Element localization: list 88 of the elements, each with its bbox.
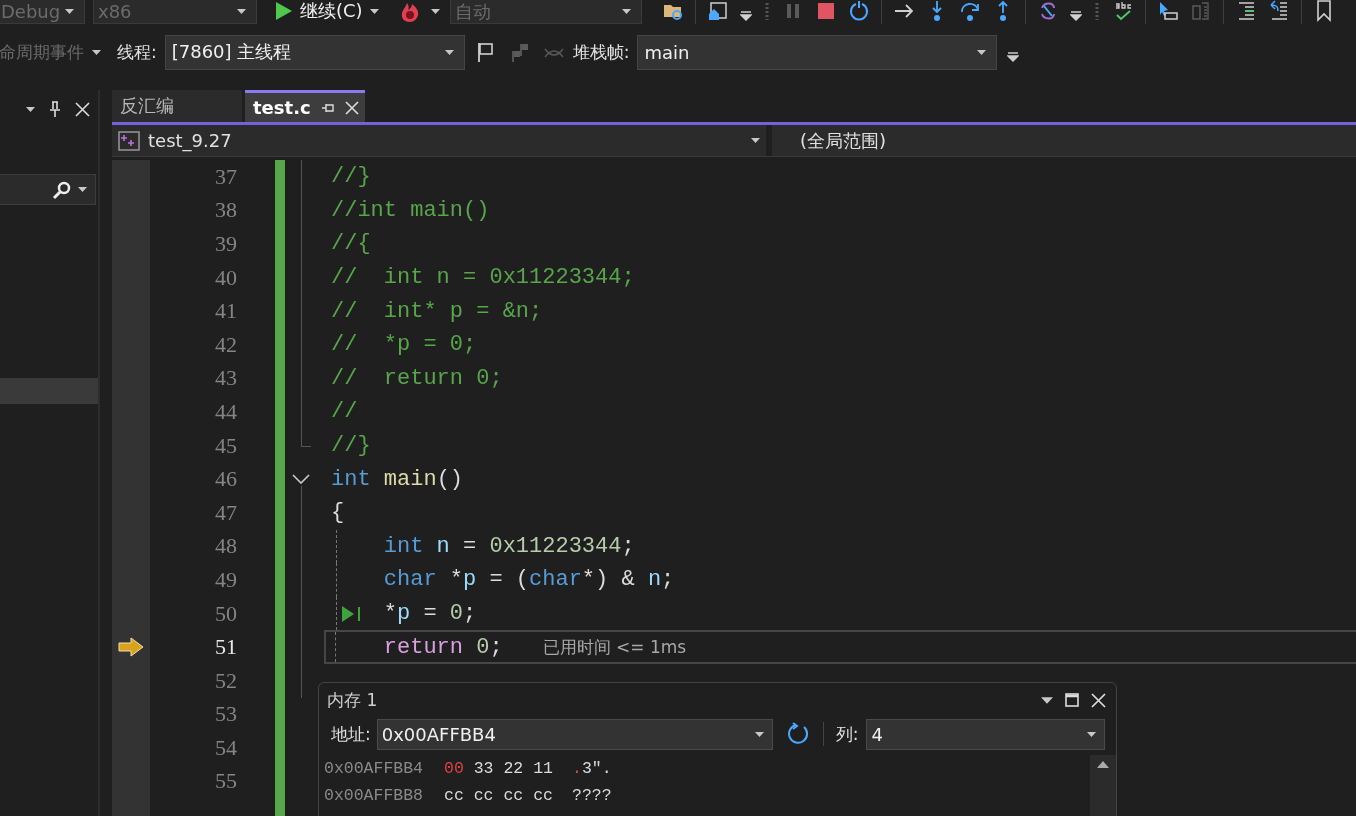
line-number: 43 xyxy=(215,365,237,392)
scope-dropdown[interactable]: (全局范围) xyxy=(766,125,887,156)
outdent-lines-icon[interactable] xyxy=(1267,0,1290,22)
close-icon[interactable] xyxy=(1091,692,1106,708)
file-tab[interactable]: 反汇编 xyxy=(112,90,242,122)
play-icon xyxy=(275,1,293,21)
caret-icon xyxy=(1087,731,1097,737)
memory-bytes: 00 33 22 11 xyxy=(444,759,554,778)
address-field[interactable]: 0x00AFFBB4 xyxy=(376,718,773,750)
code-line: // xyxy=(331,399,358,425)
code-line: //} xyxy=(331,433,371,459)
caret-icon xyxy=(621,9,631,14)
run-to-click-icon[interactable] xyxy=(341,604,363,623)
line-number: 54 xyxy=(215,734,237,761)
line-number: 50 xyxy=(215,600,237,627)
overflow-icon[interactable] xyxy=(1007,51,1020,63)
line-number: 42 xyxy=(215,331,237,358)
caret-icon xyxy=(369,8,379,14)
caret-icon xyxy=(751,138,760,143)
code-line: char *p = (char*) & n; xyxy=(383,567,675,593)
file-tab[interactable]: test.c xyxy=(245,90,365,122)
line-number: 51 xyxy=(215,634,237,661)
continue-button[interactable]: 继续(C) xyxy=(271,0,383,23)
caret-icon xyxy=(1041,696,1053,704)
code-line: { xyxy=(331,500,345,526)
line-number: 40 xyxy=(215,264,237,291)
thread-dropdown[interactable]: [7860] 主线程 xyxy=(164,34,465,70)
code-line: //} xyxy=(331,164,371,190)
caret-icon xyxy=(444,49,454,55)
line-number: 46 xyxy=(215,466,237,493)
code-line: //int main() xyxy=(331,197,490,223)
code-line: int main() xyxy=(331,466,464,492)
project-dropdown[interactable]: test_9.27 xyxy=(112,125,766,156)
line-number: 39 xyxy=(215,231,237,257)
caret-icon xyxy=(92,49,101,55)
line-number: 55 xyxy=(215,768,237,795)
caret-icon xyxy=(430,8,440,14)
code-line: // *p = 0; xyxy=(331,332,477,358)
code-line: // int* p = &n; xyxy=(331,298,543,324)
line-number: 48 xyxy=(215,533,237,560)
line-number: 53 xyxy=(215,701,237,728)
search-field[interactable] xyxy=(0,174,96,205)
caret-icon xyxy=(65,9,74,14)
memory-address: 0x00AFFBB4 xyxy=(324,759,425,778)
caret-icon xyxy=(78,187,87,192)
memory-characters: .3″. xyxy=(572,759,612,778)
caret-icon xyxy=(754,731,764,737)
columns-dropdown[interactable]: 4 xyxy=(866,718,1106,750)
memory-address: 0x00AFFBB8 xyxy=(324,786,425,805)
scroll-up-icon[interactable] xyxy=(1097,761,1109,768)
line-number: 47 xyxy=(215,499,237,526)
scrollbar[interactable] xyxy=(1090,755,1116,816)
window-title: 内存 1 xyxy=(327,688,378,712)
line-number: 41 xyxy=(215,298,237,325)
stack-frame-dropdown[interactable]: main xyxy=(637,34,998,70)
search-icon xyxy=(52,179,72,200)
line-number: 52 xyxy=(215,667,237,694)
close-icon[interactable] xyxy=(344,100,359,115)
line-number: 44 xyxy=(215,398,237,425)
code-line: return 0; xyxy=(383,634,503,660)
address-label: 地址: xyxy=(331,722,371,746)
line-number: 38 xyxy=(215,197,237,224)
close-icon[interactable] xyxy=(75,101,90,117)
line-number: 49 xyxy=(215,566,237,593)
step-over-icon[interactable] xyxy=(958,0,981,22)
project-icon xyxy=(118,130,140,151)
columns-label: 列: xyxy=(835,722,859,746)
code-line: *p = 0; xyxy=(383,601,477,626)
code-line: // return 0; xyxy=(331,365,503,391)
thread-label: 线程: xyxy=(117,40,157,64)
code-line: int n = 0x11223344; xyxy=(383,533,635,559)
pin-icon[interactable] xyxy=(48,101,62,117)
maximize-icon[interactable] xyxy=(1065,693,1079,707)
stack-frame-label: 堆栈帧: xyxy=(572,40,630,64)
restart-icon[interactable] xyxy=(847,0,870,22)
line-number: 45 xyxy=(215,432,237,459)
caret-icon xyxy=(237,9,246,14)
caret-icon xyxy=(26,106,35,112)
elapsed-time-hint: 已用时间 <= 1ms xyxy=(542,635,687,659)
window-home-icon[interactable] xyxy=(706,0,729,22)
refresh-icon[interactable] xyxy=(786,722,811,746)
code-line: //{ xyxy=(331,231,371,257)
caret-icon xyxy=(977,49,987,55)
code-line: // int n = 0x11223344; xyxy=(331,265,635,291)
memory-characters: ???? xyxy=(572,786,612,805)
memory-bytes: cc cc cc cc xyxy=(444,786,554,805)
collapse-chevron-icon[interactable] xyxy=(292,474,310,485)
line-number: 37 xyxy=(215,163,237,190)
